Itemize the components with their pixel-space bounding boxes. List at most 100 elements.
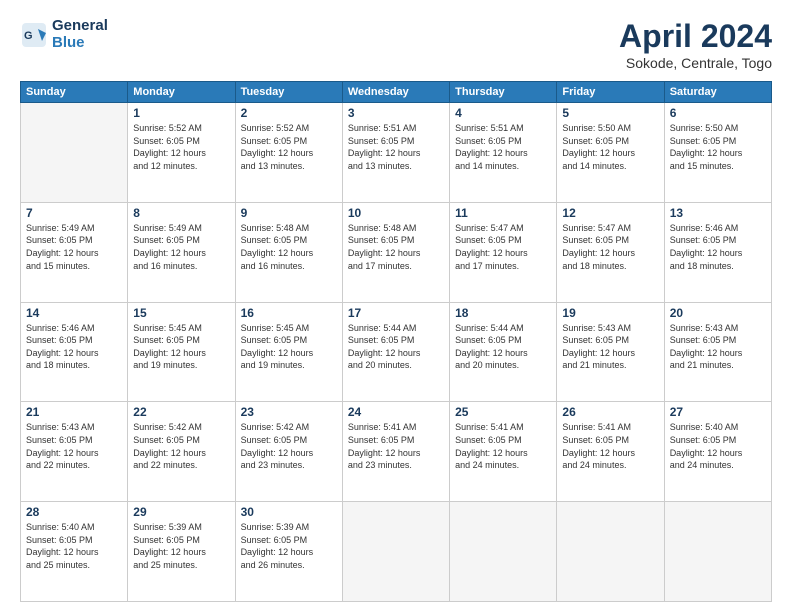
day-info-27: Sunrise: 5:40 AM Sunset: 6:05 PM Dayligh… [670, 421, 766, 471]
day-num-14: 14 [26, 306, 122, 320]
day-num-10: 10 [348, 206, 444, 220]
day-2: 2 Sunrise: 5:52 AM Sunset: 6:05 PM Daylig… [235, 103, 342, 203]
day-info-3: Sunrise: 5:51 AM Sunset: 6:05 PM Dayligh… [348, 122, 444, 172]
day-info-7: Sunrise: 5:49 AM Sunset: 6:05 PM Dayligh… [26, 222, 122, 272]
day-num-8: 8 [133, 206, 229, 220]
day-num-3: 3 [348, 106, 444, 120]
empty-day [664, 502, 771, 602]
day-info-25: Sunrise: 5:41 AM Sunset: 6:05 PM Dayligh… [455, 421, 551, 471]
day-info-26: Sunrise: 5:41 AM Sunset: 6:05 PM Dayligh… [562, 421, 658, 471]
day-num-26: 26 [562, 405, 658, 419]
logo-icon: G [20, 21, 48, 49]
day-23: 23 Sunrise: 5:42 AM Sunset: 6:05 PM Dayli… [235, 402, 342, 502]
day-num-19: 19 [562, 306, 658, 320]
empty-day [557, 502, 664, 602]
day-num-12: 12 [562, 206, 658, 220]
week-row-1: 1Sunrise: 5:52 AM Sunset: 6:05 PM Daylig… [21, 103, 772, 203]
week-row-5: 28 Sunrise: 5:40 AM Sunset: 6:05 PM Dayli… [21, 502, 772, 602]
day-num-30: 30 [241, 505, 337, 519]
day-11: 11 Sunrise: 5:47 AM Sunset: 6:05 PM Dayli… [450, 202, 557, 302]
svg-text:G: G [24, 30, 33, 42]
day-info-13: Sunrise: 5:46 AM Sunset: 6:05 PM Dayligh… [670, 222, 766, 272]
day-10: 10 Sunrise: 5:48 AM Sunset: 6:05 PM Dayli… [342, 202, 449, 302]
day-info-1: Sunrise: 5:52 AM Sunset: 6:05 PM Dayligh… [133, 122, 229, 172]
day-5: 5Sunrise: 5:50 AM Sunset: 6:05 PM Daylig… [557, 103, 664, 203]
logo-line1: General [52, 18, 108, 35]
day-info-6: Sunrise: 5:50 AM Sunset: 6:05 PM Dayligh… [670, 122, 766, 172]
day-info-29: Sunrise: 5:39 AM Sunset: 6:05 PM Dayligh… [133, 521, 229, 571]
day-info-2: Sunrise: 5:52 AM Sunset: 6:05 PM Dayligh… [241, 122, 337, 172]
day-num-23: 23 [241, 405, 337, 419]
day-7: 7Sunrise: 5:49 AM Sunset: 6:05 PM Daylig… [21, 202, 128, 302]
logo-text: General Blue [52, 18, 108, 51]
calendar: Sunday Monday Tuesday Wednesday Thursday… [20, 81, 772, 602]
day-num-21: 21 [26, 405, 122, 419]
day-num-24: 24 [348, 405, 444, 419]
day-num-2: 2 [241, 106, 337, 120]
week-row-3: 14 Sunrise: 5:46 AM Sunset: 6:05 PM Dayli… [21, 302, 772, 402]
day-info-10: Sunrise: 5:48 AM Sunset: 6:05 PM Dayligh… [348, 222, 444, 272]
day-26: 26 Sunrise: 5:41 AM Sunset: 6:05 PM Dayli… [557, 402, 664, 502]
day-info-28: Sunrise: 5:40 AM Sunset: 6:05 PM Dayligh… [26, 521, 122, 571]
day-29: 29 Sunrise: 5:39 AM Sunset: 6:05 PM Dayli… [128, 502, 235, 602]
day-4: 4 Sunrise: 5:51 AM Sunset: 6:05 PM Daylig… [450, 103, 557, 203]
day-num-16: 16 [241, 306, 337, 320]
day-num-4: 4 [455, 106, 551, 120]
day-27: 27 Sunrise: 5:40 AM Sunset: 6:05 PM Dayli… [664, 402, 771, 502]
day-30: 30Sunrise: 5:39 AM Sunset: 6:05 PM Dayli… [235, 502, 342, 602]
day-8: 8 Sunrise: 5:49 AM Sunset: 6:05 PM Daylig… [128, 202, 235, 302]
day-3: 3 Sunrise: 5:51 AM Sunset: 6:05 PM Daylig… [342, 103, 449, 203]
day-13: 13Sunrise: 5:46 AM Sunset: 6:05 PM Dayli… [664, 202, 771, 302]
day-num-29: 29 [133, 505, 229, 519]
day-18: 18Sunrise: 5:44 AM Sunset: 6:05 PM Dayli… [450, 302, 557, 402]
header-friday: Friday [557, 82, 664, 103]
month-year: April 2024 [619, 18, 772, 55]
day-info-15: Sunrise: 5:45 AM Sunset: 6:05 PM Dayligh… [133, 322, 229, 372]
day-num-15: 15 [133, 306, 229, 320]
day-info-19: Sunrise: 5:43 AM Sunset: 6:05 PM Dayligh… [562, 322, 658, 372]
day-num-22: 22 [133, 405, 229, 419]
day-info-8: Sunrise: 5:49 AM Sunset: 6:05 PM Dayligh… [133, 222, 229, 272]
day-info-9: Sunrise: 5:48 AM Sunset: 6:05 PM Dayligh… [241, 222, 337, 272]
day-info-24: Sunrise: 5:41 AM Sunset: 6:05 PM Dayligh… [348, 421, 444, 471]
day-info-17: Sunrise: 5:44 AM Sunset: 6:05 PM Dayligh… [348, 322, 444, 372]
day-num-27: 27 [670, 405, 766, 419]
day-14: 14 Sunrise: 5:46 AM Sunset: 6:05 PM Dayli… [21, 302, 128, 402]
day-17: 17Sunrise: 5:44 AM Sunset: 6:05 PM Dayli… [342, 302, 449, 402]
page: G General Blue April 2024 Sokode, Centra… [0, 0, 792, 612]
header-sunday: Sunday [21, 82, 128, 103]
logo-line2: Blue [52, 35, 108, 52]
day-15: 15 Sunrise: 5:45 AM Sunset: 6:05 PM Dayli… [128, 302, 235, 402]
day-info-11: Sunrise: 5:47 AM Sunset: 6:05 PM Dayligh… [455, 222, 551, 272]
day-num-6: 6 [670, 106, 766, 120]
day-info-20: Sunrise: 5:43 AM Sunset: 6:05 PM Dayligh… [670, 322, 766, 372]
day-28: 28 Sunrise: 5:40 AM Sunset: 6:05 PM Dayli… [21, 502, 128, 602]
day-info-22: Sunrise: 5:42 AM Sunset: 6:05 PM Dayligh… [133, 421, 229, 471]
day-25: 25Sunrise: 5:41 AM Sunset: 6:05 PM Dayli… [450, 402, 557, 502]
header-saturday: Saturday [664, 82, 771, 103]
logo: G General Blue [20, 18, 108, 51]
day-19: 19 Sunrise: 5:43 AM Sunset: 6:05 PM Dayli… [557, 302, 664, 402]
weekday-header-row: Sunday Monday Tuesday Wednesday Thursday… [21, 82, 772, 103]
title-block: April 2024 Sokode, Centrale, Togo [619, 18, 772, 71]
day-24: 24 Sunrise: 5:41 AM Sunset: 6:05 PM Dayli… [342, 402, 449, 502]
day-info-4: Sunrise: 5:51 AM Sunset: 6:05 PM Dayligh… [455, 122, 551, 172]
day-20: 20Sunrise: 5:43 AM Sunset: 6:05 PM Dayli… [664, 302, 771, 402]
day-info-14: Sunrise: 5:46 AM Sunset: 6:05 PM Dayligh… [26, 322, 122, 372]
day-info-16: Sunrise: 5:45 AM Sunset: 6:05 PM Dayligh… [241, 322, 337, 372]
day-info-23: Sunrise: 5:42 AM Sunset: 6:05 PM Dayligh… [241, 421, 337, 471]
day-num-18: 18 [455, 306, 551, 320]
day-num-5: 5 [562, 106, 658, 120]
week-row-2: 7Sunrise: 5:49 AM Sunset: 6:05 PM Daylig… [21, 202, 772, 302]
day-22: 22 Sunrise: 5:42 AM Sunset: 6:05 PM Dayli… [128, 402, 235, 502]
day-21: 21Sunrise: 5:43 AM Sunset: 6:05 PM Dayli… [21, 402, 128, 502]
empty-day [21, 103, 128, 203]
header-tuesday: Tuesday [235, 82, 342, 103]
header-wednesday: Wednesday [342, 82, 449, 103]
day-num-11: 11 [455, 206, 551, 220]
day-1: 1Sunrise: 5:52 AM Sunset: 6:05 PM Daylig… [128, 103, 235, 203]
day-9: 9 Sunrise: 5:48 AM Sunset: 6:05 PM Daylig… [235, 202, 342, 302]
day-num-9: 9 [241, 206, 337, 220]
header: G General Blue April 2024 Sokode, Centra… [20, 18, 772, 71]
day-num-28: 28 [26, 505, 122, 519]
